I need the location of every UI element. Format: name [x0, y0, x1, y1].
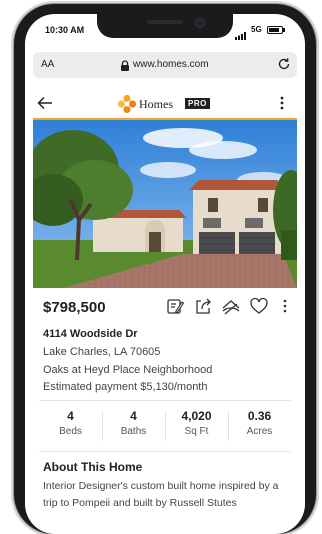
- signal-icon: [235, 27, 247, 45]
- stat-beds: 4 Beds: [39, 409, 102, 437]
- more-icon[interactable]: [275, 296, 295, 316]
- network-type: 5G: [251, 25, 262, 34]
- property-stats: 4 Beds 4 Baths 4,020 Sq Ft 0.36 Acres: [39, 400, 291, 452]
- notch: [97, 14, 233, 38]
- lock-icon: [120, 59, 130, 77]
- estimated-payment[interactable]: Estimated payment $5,130/month: [43, 381, 207, 393]
- stat-label: Baths: [120, 426, 147, 437]
- speaker: [147, 20, 183, 24]
- text-size-button[interactable]: AA: [41, 59, 54, 70]
- homes-pro-logo[interactable]: Homes PRO: [117, 94, 227, 114]
- status-time: 10:30 AM: [45, 25, 85, 35]
- app-header: Homes PRO: [25, 86, 305, 120]
- more-vertical-icon[interactable]: [279, 96, 285, 115]
- battery-icon: [267, 26, 285, 34]
- share-icon[interactable]: [193, 296, 213, 316]
- stat-value: 4,020: [181, 409, 212, 423]
- listing-price: $798,500: [43, 299, 106, 316]
- stat-label: Beds: [59, 426, 82, 437]
- street-address: 4114 Woodside Dr: [43, 328, 138, 340]
- browser-address-bar[interactable]: AA www.homes.com: [33, 52, 297, 78]
- reload-icon[interactable]: [277, 57, 291, 76]
- battery-fill: [269, 28, 279, 32]
- phone-screen: 10:30 AM 5G AA www.homes.com Homes PRO $…: [25, 14, 305, 534]
- brand-badge: PRO: [185, 98, 210, 109]
- neighborhood-link[interactable]: Oaks at Heyd Place Neighborhood: [43, 364, 212, 376]
- stat-value: 0.36: [247, 409, 272, 423]
- stat-sqft: 4,020 Sq Ft: [165, 409, 228, 437]
- city-state-zip: Lake Charles, LA 70605: [43, 346, 161, 358]
- listing-actions: [165, 296, 295, 318]
- stat-value: 4: [67, 409, 74, 423]
- stat-label: Sq Ft: [184, 426, 209, 437]
- phone-frame: 10:30 AM 5G AA www.homes.com Homes PRO $…: [14, 4, 316, 534]
- stat-baths: 4 Baths: [102, 409, 165, 437]
- listing-photo[interactable]: [33, 120, 297, 288]
- stat-acres: 0.36 Acres: [228, 409, 291, 437]
- hide-icon[interactable]: [221, 296, 241, 316]
- front-camera: [195, 18, 205, 28]
- about-description: Interior Designer's custom built home in…: [43, 480, 279, 509]
- stat-label: Acres: [246, 426, 273, 437]
- brand-name: Homes: [139, 97, 173, 111]
- heart-icon[interactable]: [249, 296, 269, 316]
- back-arrow-icon[interactable]: [37, 96, 53, 115]
- edit-note-icon[interactable]: [165, 296, 185, 316]
- stat-value: 4: [130, 409, 137, 423]
- url-text[interactable]: www.homes.com: [133, 59, 209, 70]
- homes-flower-icon: [117, 94, 137, 119]
- about-heading: About This Home: [43, 460, 143, 474]
